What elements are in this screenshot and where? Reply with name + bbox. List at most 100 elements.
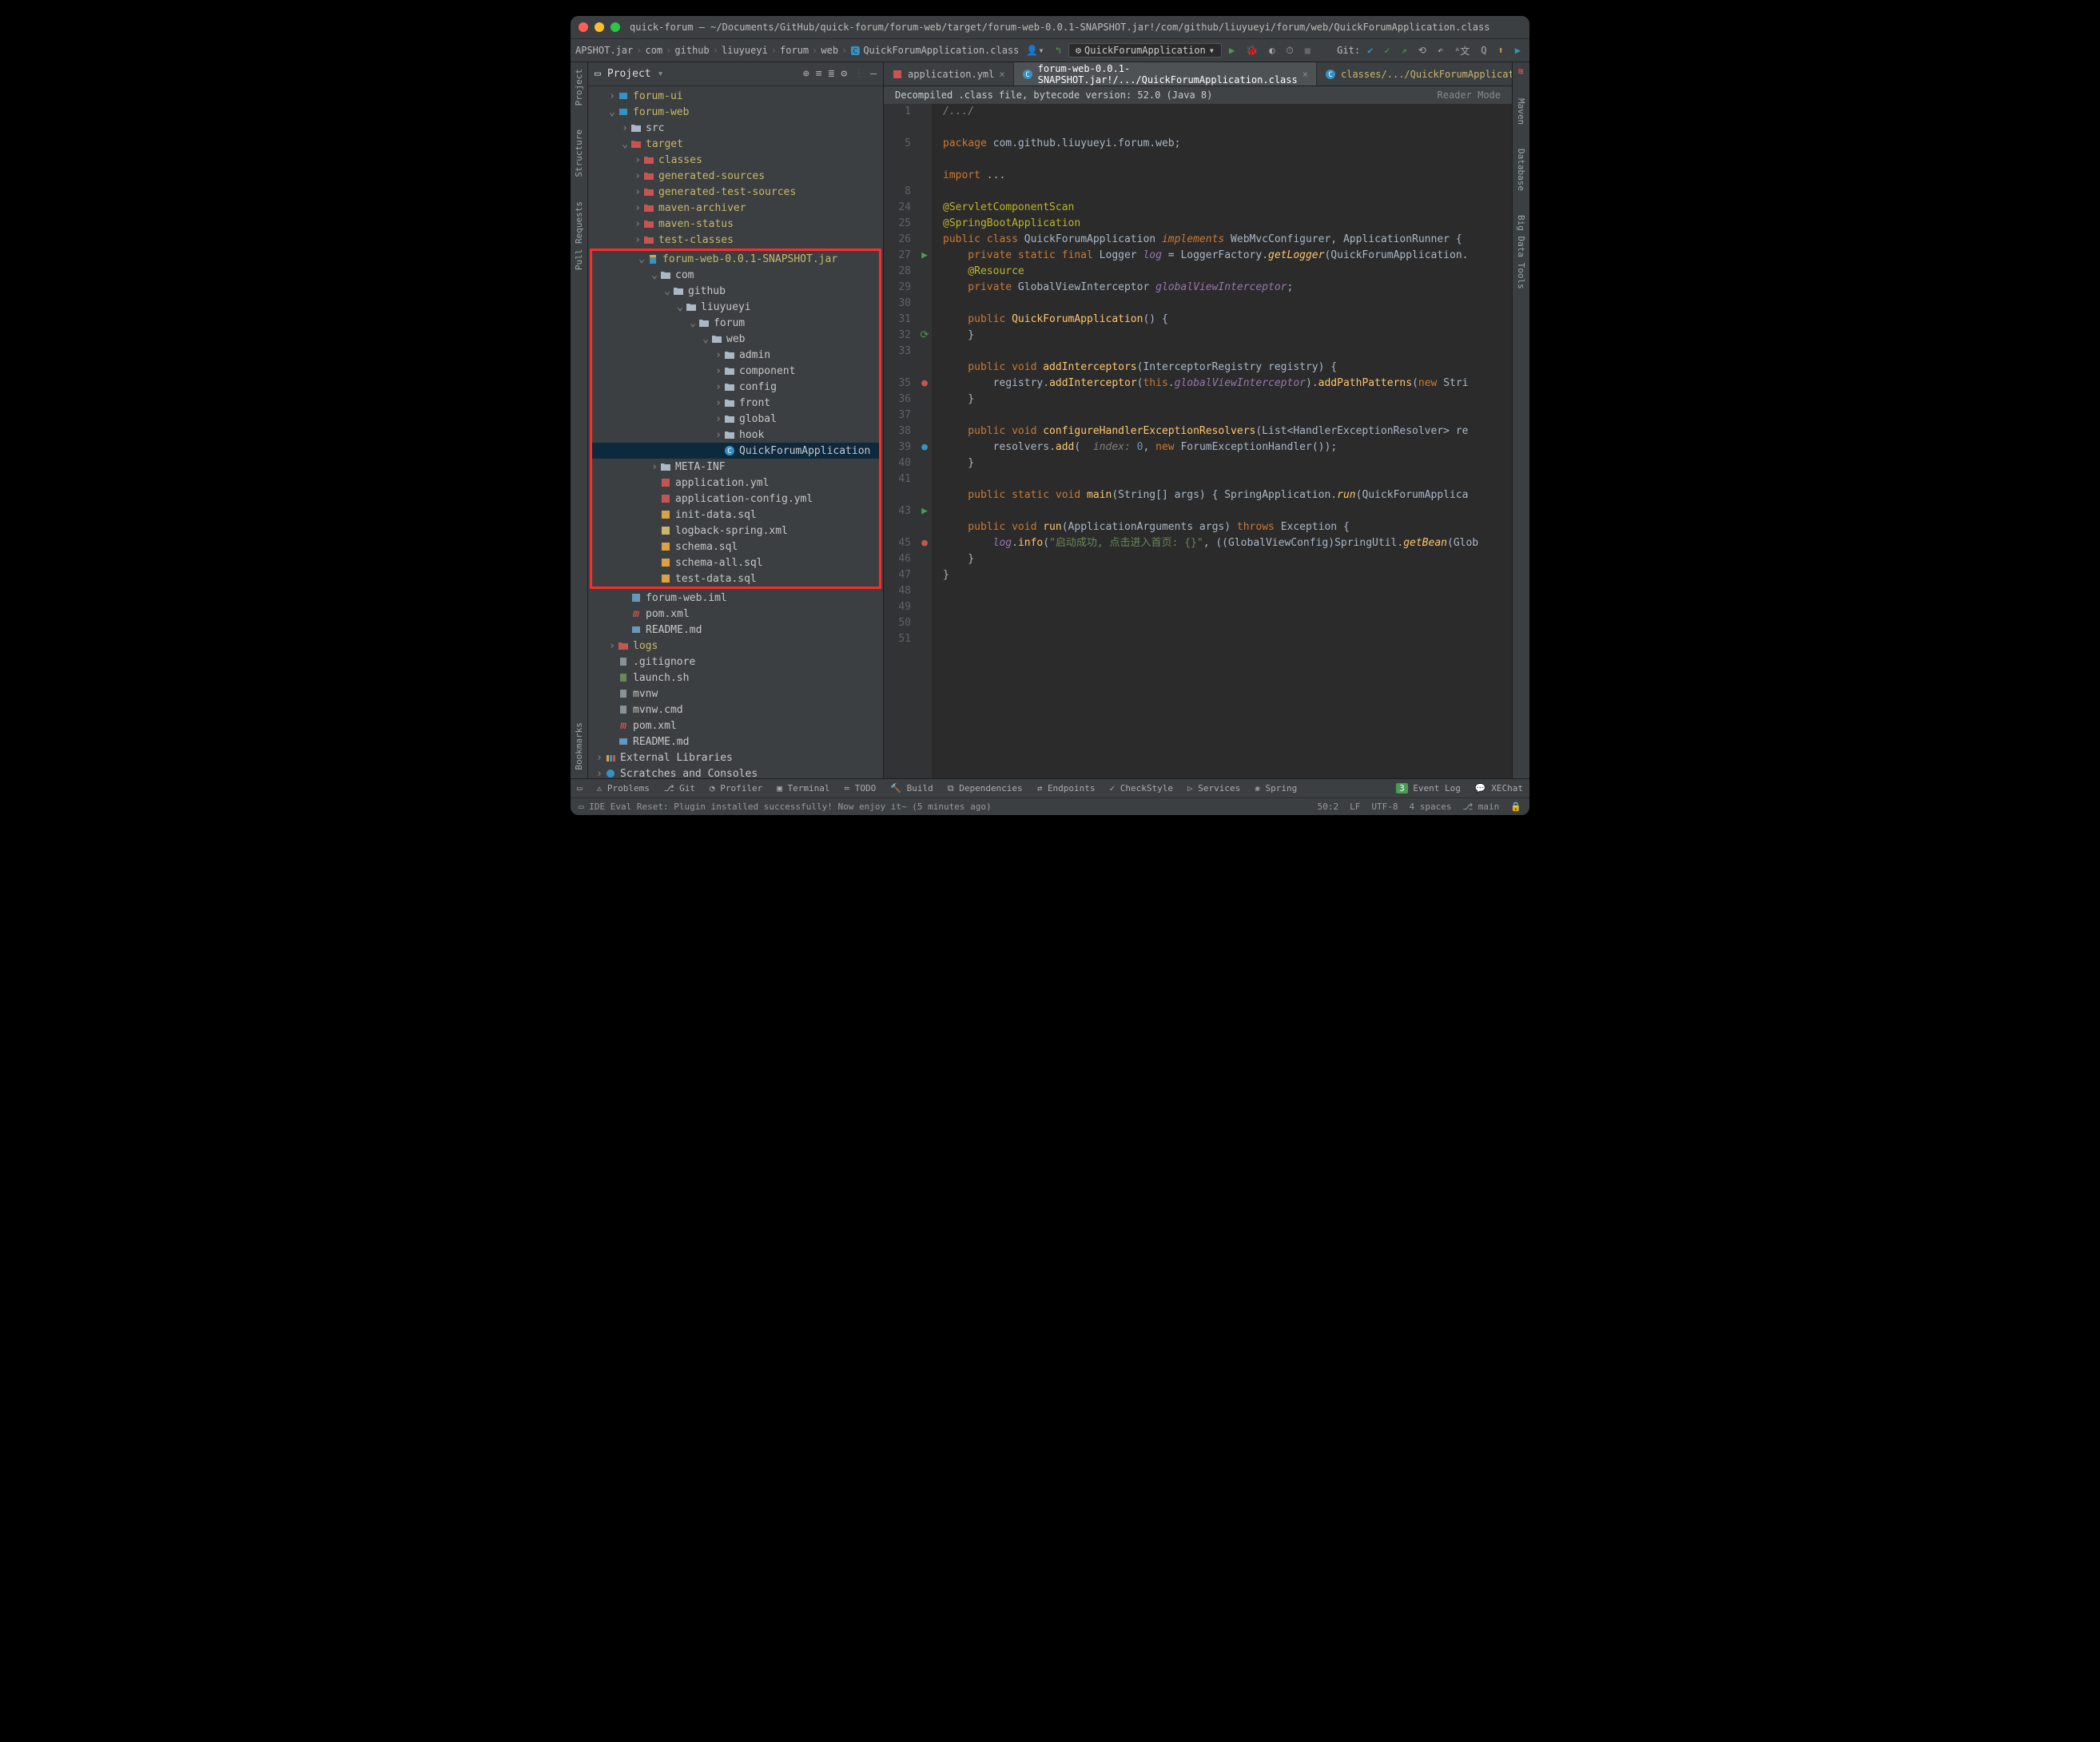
upgrade-icon[interactable]: ⬆︎ <box>1494 43 1508 58</box>
tree-node[interactable]: mvnw <box>588 686 883 702</box>
tree-node[interactable]: mpom.xml <box>588 606 883 622</box>
maximize-window-button[interactable] <box>611 22 620 32</box>
translate-icon[interactable]: ᴬ文 <box>1450 42 1474 59</box>
tree-node[interactable]: application-config.yml <box>592 491 879 507</box>
tool-bookmarks[interactable]: Bookmarks <box>574 722 584 770</box>
undo-icon[interactable]: ↶ <box>1434 43 1447 58</box>
tool-maven[interactable]: Maven <box>1516 98 1526 125</box>
event-log-button[interactable]: 3 Event Log <box>1396 783 1461 793</box>
tree-node[interactable]: forum-web.iml <box>588 590 883 606</box>
breadcrumb[interactable]: APSHOT.jar <box>575 45 633 56</box>
git-history-icon[interactable]: ⟲ <box>1414 43 1430 58</box>
close-tab-icon[interactable]: × <box>999 69 1004 80</box>
play-video-icon[interactable]: ▶ <box>1511 43 1525 58</box>
tree-node[interactable]: ›forum-ui <box>588 88 883 104</box>
indent-setting[interactable]: 4 spaces <box>1410 801 1452 812</box>
tool-terminal[interactable]: ▣ Terminal <box>777 783 829 793</box>
project-panel-title[interactable]: Project <box>607 68 651 80</box>
coverage-button[interactable]: ◐ <box>1265 43 1279 58</box>
code-source[interactable]: /.../ package com.github.liuyueyi.forum.… <box>932 104 1512 778</box>
editor-tab[interactable]: Cclasses/.../QuickForumApplication.class… <box>1317 62 1529 86</box>
tool-git[interactable]: ⎇ Git <box>664 783 695 793</box>
tree-node[interactable]: ⌄github <box>592 283 879 299</box>
caret-position[interactable]: 50:2 <box>1318 801 1339 812</box>
expand-all-icon[interactable]: ≡ <box>816 68 822 80</box>
user-icon[interactable]: 👤▾ <box>1022 43 1048 58</box>
locate-icon[interactable]: ⊕ <box>803 68 809 80</box>
tool-todo[interactable]: ≔ TODO <box>845 783 877 793</box>
tree-node[interactable]: schema-all.sql <box>592 555 879 571</box>
tool-checkstyle[interactable]: ✓ CheckStyle <box>1110 783 1173 793</box>
git-branch[interactable]: ⎇ main <box>1462 801 1499 812</box>
tree-node[interactable]: ›maven-status <box>588 216 883 232</box>
tree-node[interactable]: application.yml <box>592 475 879 491</box>
tool-pullreq[interactable]: Pull Requests <box>574 201 584 270</box>
tree-node[interactable]: CQuickForumApplication <box>592 443 879 459</box>
reader-mode-link[interactable]: Reader Mode <box>1438 89 1501 101</box>
back-arrow-icon[interactable]: ↰ <box>1052 43 1065 58</box>
tree-node[interactable]: ⌄forum-web-0.0.1-SNAPSHOT.jar <box>592 251 879 267</box>
tool-bigdata[interactable]: Big Data Tools <box>1516 215 1526 289</box>
tool-project[interactable]: Project <box>574 69 584 105</box>
code-editor[interactable]: 1582425262728293031323335363738394041434… <box>884 104 1512 778</box>
tree-node[interactable]: ›logs <box>588 638 883 654</box>
line-ending[interactable]: LF <box>1350 801 1360 812</box>
close-tab-icon[interactable]: × <box>1303 69 1308 80</box>
tool-spring[interactable]: ❀ Spring <box>1255 783 1297 793</box>
tool-profiler[interactable]: ◔ Profiler <box>710 783 762 793</box>
tree-node[interactable]: ›generated-test-sources <box>588 184 883 200</box>
collapse-all-icon[interactable]: ≣ <box>829 68 835 80</box>
run-button[interactable]: ▶ <box>1225 43 1239 58</box>
tree-node[interactable]: README.md <box>588 734 883 750</box>
git-push-icon[interactable]: ↗ <box>1398 43 1411 58</box>
tree-node[interactable]: ⌄target <box>588 136 883 152</box>
tree-node[interactable]: ›maven-archiver <box>588 200 883 216</box>
breadcrumb[interactable]: github <box>674 45 709 56</box>
chevron-down-icon[interactable]: ▾ <box>658 68 664 80</box>
tree-node[interactable]: ›Scratches and Consoles <box>588 766 883 778</box>
hide-panel-icon[interactable]: — <box>870 68 877 80</box>
tree-node[interactable]: README.md <box>588 622 883 638</box>
tree-node[interactable]: ⌄forum <box>592 315 879 331</box>
git-commit-icon[interactable]: ✓ <box>1380 43 1394 58</box>
tree-node[interactable]: ›META-INF <box>592 459 879 475</box>
stop-button[interactable]: ■ <box>1301 43 1314 58</box>
file-encoding[interactable]: UTF-8 <box>1371 801 1398 812</box>
close-window-button[interactable] <box>579 22 588 32</box>
tree-node[interactable]: launch.sh <box>588 670 883 686</box>
tool-deps[interactable]: ⧉ Dependencies <box>948 783 1023 794</box>
git-update-icon[interactable]: ✔ <box>1363 43 1377 58</box>
breadcrumb[interactable]: liuyueyi <box>722 45 768 56</box>
tool-database[interactable]: Database <box>1516 149 1526 191</box>
tree-node[interactable]: ⌄web <box>592 331 879 347</box>
tree-node[interactable]: ›External Libraries <box>588 750 883 766</box>
tree-node[interactable]: ›component <box>592 363 879 379</box>
tree-node[interactable]: ⌄liuyueyi <box>592 299 879 315</box>
debug-button[interactable]: 🐞 <box>1242 43 1262 58</box>
tree-node[interactable]: ⌄forum-web <box>588 104 883 120</box>
search-icon[interactable]: Q <box>1477 43 1490 58</box>
run-config-selector[interactable]: ⚙ QuickForumApplication ▾ <box>1068 43 1222 58</box>
tree-node[interactable]: ›src <box>588 120 883 136</box>
tree-node[interactable]: mvnw.cmd <box>588 702 883 718</box>
breadcrumb[interactable]: QuickForumApplication.class <box>863 45 1019 56</box>
editor-tab[interactable]: application.yml× <box>884 62 1014 86</box>
breadcrumb[interactable]: forum <box>780 45 809 56</box>
tool-endpoints[interactable]: ⇄ Endpoints <box>1037 783 1096 793</box>
tree-node[interactable]: ›global <box>592 411 879 427</box>
minimize-window-button[interactable] <box>595 22 604 32</box>
project-tree[interactable]: ›forum-ui⌄forum-web›src⌄target›classes›g… <box>588 86 883 778</box>
tree-node[interactable]: ⌄com <box>592 267 879 283</box>
editor-tab[interactable]: Cforum-web-0.0.1-SNAPSHOT.jar!/.../Quick… <box>1014 62 1317 86</box>
breadcrumb[interactable]: web <box>821 45 838 56</box>
tree-node[interactable]: logback-spring.xml <box>592 523 879 539</box>
tree-node[interactable]: mpom.xml <box>588 718 883 734</box>
tree-node[interactable]: ›config <box>592 379 879 395</box>
breadcrumb[interactable]: com <box>645 45 662 56</box>
tree-node[interactable]: ›hook <box>592 427 879 443</box>
gear-icon[interactable]: ⚙ <box>841 68 847 80</box>
xechat-button[interactable]: 💬 XEChat <box>1475 783 1523 793</box>
tool-build[interactable]: 🔨 Build <box>890 783 933 793</box>
tree-node[interactable]: ›admin <box>592 347 879 363</box>
tree-node[interactable]: .gitignore <box>588 654 883 670</box>
